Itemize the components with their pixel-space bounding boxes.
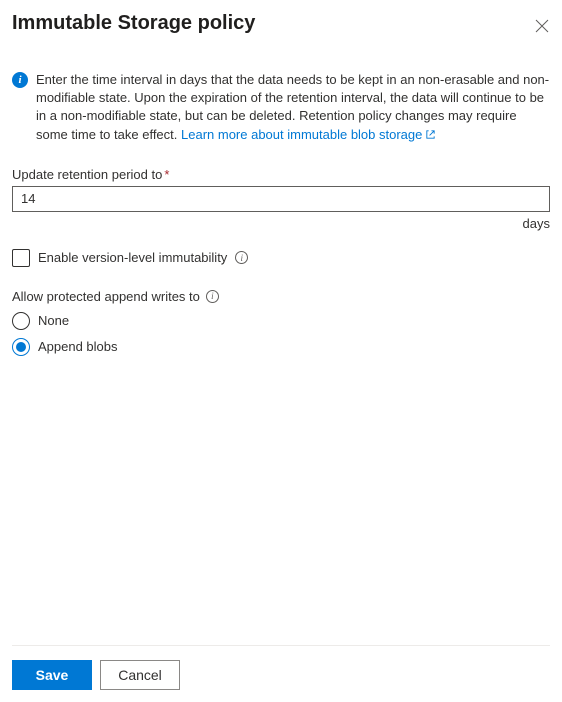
external-link-icon [425, 127, 436, 145]
radio-append-blobs[interactable] [12, 338, 30, 356]
panel-header: Immutable Storage policy [12, 12, 550, 35]
radio-none[interactable] [12, 312, 30, 330]
required-indicator: * [164, 167, 169, 182]
version-level-label: Enable version-level immutability [38, 250, 227, 265]
retention-label: Update retention period to* [12, 167, 550, 182]
close-icon [535, 19, 549, 33]
panel-title: Immutable Storage policy [12, 12, 255, 35]
retention-input[interactable] [12, 186, 550, 212]
close-button[interactable] [534, 18, 550, 34]
radio-option-append-blobs[interactable]: Append blobs [12, 338, 550, 356]
retention-unit: days [12, 216, 550, 231]
info-icon: i [12, 72, 28, 88]
info-icon[interactable]: i [235, 251, 248, 264]
learn-more-link[interactable]: Learn more about immutable blob storage [181, 127, 436, 142]
radio-option-none[interactable]: None [12, 312, 550, 330]
append-writes-label: Allow protected append writes to i [12, 289, 550, 304]
cancel-button[interactable]: Cancel [100, 660, 180, 690]
info-text: Enter the time interval in days that the… [36, 71, 550, 145]
info-icon[interactable]: i [206, 290, 219, 303]
radio-append-blobs-label: Append blobs [38, 339, 118, 354]
radio-none-label: None [38, 313, 69, 328]
immutable-storage-policy-panel: Immutable Storage policy i Enter the tim… [0, 0, 562, 702]
version-level-row[interactable]: Enable version-level immutability i [12, 249, 550, 267]
panel-footer: Save Cancel [12, 645, 550, 690]
info-callout: i Enter the time interval in days that t… [12, 71, 550, 145]
save-button[interactable]: Save [12, 660, 92, 690]
version-level-checkbox[interactable] [12, 249, 30, 267]
